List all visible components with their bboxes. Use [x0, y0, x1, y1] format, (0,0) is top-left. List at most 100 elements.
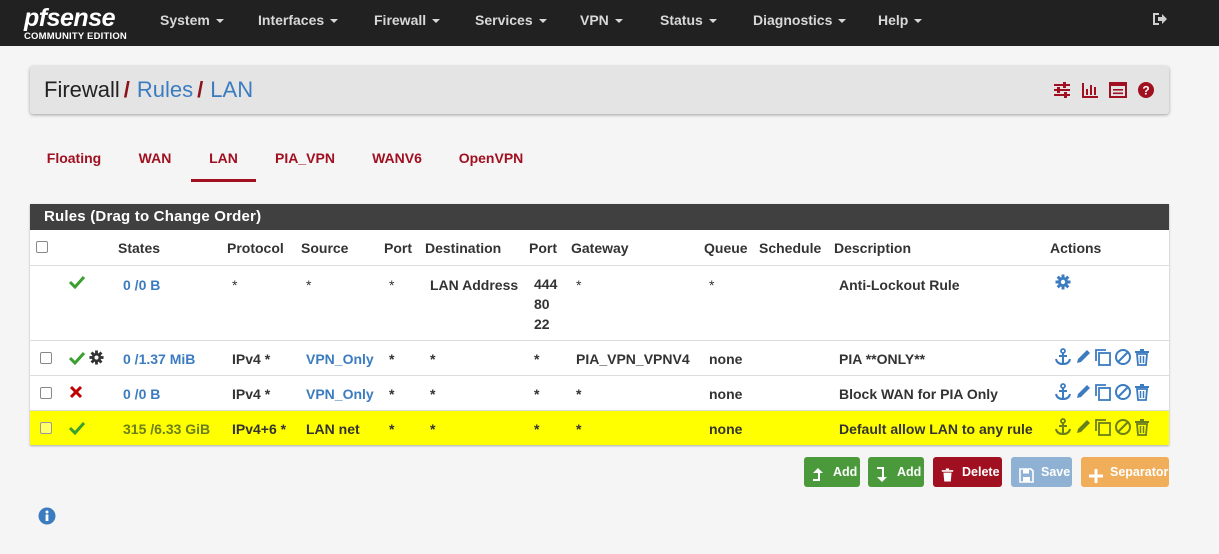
- protocol-cell: IPv4 *: [232, 386, 271, 402]
- tab-wan[interactable]: WAN: [136, 140, 174, 182]
- pencil-icon[interactable]: [1074, 348, 1092, 369]
- dest-port-cell: 444 80 22: [534, 274, 557, 334]
- delete-label: Delete: [962, 465, 1000, 479]
- bar-chart-icon[interactable]: [1081, 81, 1099, 99]
- ban-icon[interactable]: [1114, 383, 1132, 404]
- queue-cell: none: [709, 386, 743, 402]
- row-checkbox[interactable]: [40, 387, 52, 399]
- row-actions: [1054, 418, 1154, 438]
- gateway-cell: PIA_VPN_VPNV4: [576, 351, 690, 367]
- brand-name: pfsense: [24, 4, 116, 32]
- col-protocol[interactable]: Protocol: [227, 240, 284, 256]
- row-checkbox[interactable]: [40, 352, 52, 364]
- source-alias-link[interactable]: VPN_Only: [306, 386, 374, 402]
- brand-edition: COMMUNITY EDITION: [24, 31, 127, 42]
- list-icon[interactable]: [1109, 81, 1128, 99]
- ban-icon[interactable]: [1114, 418, 1132, 439]
- sliders-icon[interactable]: [1053, 81, 1071, 99]
- info-circle-icon[interactable]: [38, 507, 56, 525]
- gateway-cell: *: [576, 277, 582, 293]
- states-link[interactable]: 0 /1.37 MiB: [123, 351, 195, 367]
- tab-wanv6[interactable]: WANV6: [370, 140, 424, 182]
- source-port-cell: *: [389, 277, 395, 293]
- col-source-port[interactable]: Port: [384, 240, 412, 256]
- delete-button[interactable]: Delete: [933, 457, 1002, 487]
- queue-cell: *: [709, 277, 715, 293]
- row-actions: [1054, 383, 1154, 403]
- tab-pia-vpn[interactable]: PIA_VPN: [274, 140, 336, 182]
- protocol-cell: IPv4 *: [232, 351, 271, 367]
- source-alias-link[interactable]: VPN_Only: [306, 351, 374, 367]
- add-top-button[interactable]: Add: [804, 457, 860, 487]
- table-row[interactable]: 0 /0 B * * * LAN Address 444 80 22 * * A…: [30, 265, 1169, 340]
- rules-panel: Rules (Drag to Change Order) States Prot…: [30, 204, 1169, 445]
- pencil-icon[interactable]: [1074, 383, 1092, 404]
- breadcrumb-actions: ?: [1047, 81, 1155, 99]
- arrow-turn-up-icon: [812, 464, 824, 494]
- col-destination[interactable]: Destination: [425, 240, 501, 256]
- col-description[interactable]: Description: [834, 240, 911, 256]
- breadcrumb-rules[interactable]: Rules: [137, 77, 193, 102]
- trash-icon[interactable]: [1134, 383, 1150, 404]
- plus-icon: [1089, 464, 1103, 494]
- add-separator-button[interactable]: Separator: [1081, 457, 1169, 487]
- gear-icon[interactable]: [1055, 274, 1071, 293]
- add-bottom-button[interactable]: Add: [868, 457, 924, 487]
- nav-help[interactable]: Help: [878, 0, 923, 40]
- description-cell: PIA **ONLY**: [839, 351, 926, 367]
- dest-port-cell: *: [534, 351, 540, 367]
- states-link[interactable]: 0 /0 B: [123, 277, 160, 293]
- destination-cell: *: [430, 386, 436, 402]
- table-row[interactable]: 0 /1.37 MiB IPv4 * VPN_Only * * * PIA_VP…: [30, 340, 1169, 375]
- states-link[interactable]: 315 /6.33 GiB: [123, 421, 210, 437]
- ban-icon[interactable]: [1114, 348, 1132, 369]
- nav-status[interactable]: Status: [660, 0, 717, 40]
- anchor-icon[interactable]: [1054, 418, 1072, 439]
- sign-out-icon[interactable]: [1152, 12, 1168, 26]
- trash-icon[interactable]: [1134, 418, 1150, 439]
- nav-firewall[interactable]: Firewall: [374, 0, 441, 40]
- states-link[interactable]: 0 /0 B: [123, 386, 160, 402]
- row-actions: [1054, 348, 1154, 368]
- table-row[interactable]: 0 /0 B IPv4 * VPN_Only * * * * none Bloc…: [30, 375, 1169, 410]
- save-button[interactable]: Save: [1011, 457, 1072, 487]
- copy-icon[interactable]: [1094, 383, 1112, 404]
- col-dest-port[interactable]: Port: [529, 240, 557, 256]
- col-states[interactable]: States: [118, 240, 160, 256]
- trash-icon[interactable]: [1134, 348, 1150, 369]
- gear-icon: [89, 350, 104, 368]
- protocol-cell: IPv4+6 *: [232, 421, 287, 437]
- col-queue[interactable]: Queue: [704, 240, 748, 256]
- nav-vpn[interactable]: VPN: [580, 0, 623, 40]
- trash-icon: [941, 464, 954, 494]
- anchor-icon[interactable]: [1054, 348, 1072, 369]
- chevron-down-icon: [838, 19, 847, 24]
- copy-icon[interactable]: [1094, 348, 1112, 369]
- tab-floating[interactable]: Floating: [46, 140, 102, 182]
- nav-diagnostics[interactable]: Diagnostics: [753, 0, 847, 40]
- pencil-icon[interactable]: [1074, 418, 1092, 439]
- tab-openvpn[interactable]: OpenVPN: [458, 140, 524, 182]
- col-schedule[interactable]: Schedule: [759, 240, 821, 256]
- row-checkbox[interactable]: [40, 422, 52, 434]
- add-top-label: Add: [833, 465, 858, 479]
- chevron-down-icon: [215, 19, 224, 24]
- nav-system[interactable]: System: [160, 0, 224, 40]
- table-row[interactable]: 315 /6.33 GiB IPv4+6 * LAN net * * * * n…: [30, 410, 1169, 445]
- col-source[interactable]: Source: [301, 240, 348, 256]
- tab-lan[interactable]: LAN: [191, 140, 256, 182]
- pfsense-logo[interactable]: pfsense COMMUNITY EDITION: [24, 4, 134, 44]
- breadcrumb-lan[interactable]: LAN: [210, 77, 253, 102]
- select-all-checkbox[interactable]: [36, 241, 48, 253]
- anchor-icon[interactable]: [1054, 383, 1072, 404]
- source-port-cell: *: [389, 351, 395, 367]
- col-gateway[interactable]: Gateway: [571, 240, 629, 256]
- nav-interfaces[interactable]: Interfaces: [258, 0, 339, 40]
- nav-services[interactable]: Services: [475, 0, 547, 40]
- destination-cell: *: [430, 351, 436, 367]
- copy-icon[interactable]: [1094, 418, 1112, 439]
- destination-cell: LAN Address: [430, 277, 519, 293]
- top-navbar: pfsense COMMUNITY EDITION System Interfa…: [0, 0, 1219, 46]
- help-icon[interactable]: ?: [1137, 81, 1155, 99]
- breadcrumb-firewall: Firewall: [44, 77, 120, 102]
